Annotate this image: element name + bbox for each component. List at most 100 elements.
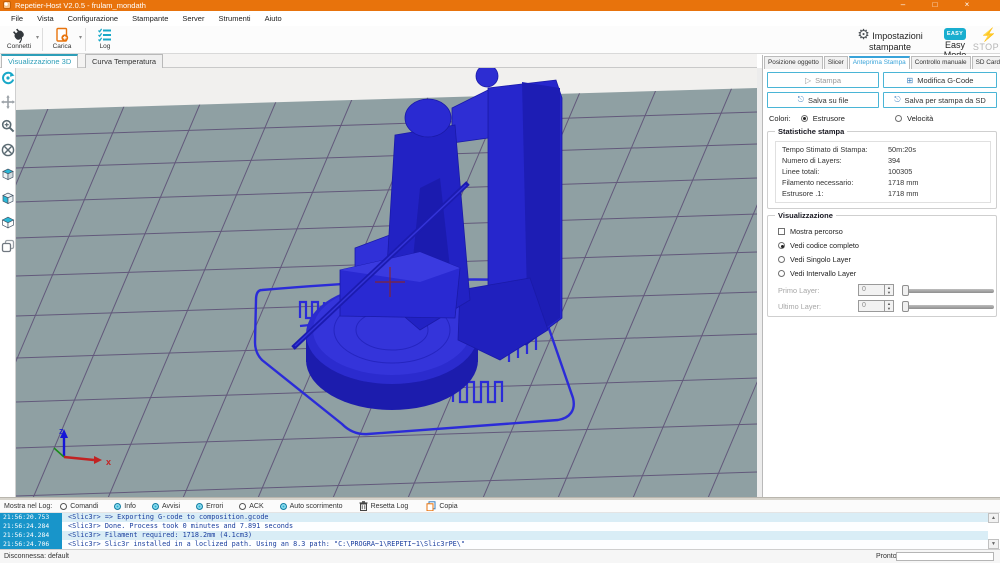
stat-row: Tempo Stimato di Stampa: 50m:20s	[776, 144, 992, 155]
tab-sd-card[interactable]: SD Card	[972, 56, 1000, 69]
lightning-icon: ⚡	[981, 27, 997, 42]
toggle-avvisi[interactable]: Avvisi	[152, 503, 180, 510]
log-list-icon	[88, 27, 122, 43]
toggle-auto-scroll-label: Auto scorrimento	[290, 503, 343, 510]
radio-estrusore[interactable]: Estrusore	[801, 114, 845, 123]
tab-slicer[interactable]: Slicer	[824, 56, 848, 69]
maximize-button[interactable]: □	[922, 0, 948, 11]
menu-server[interactable]: Server	[175, 14, 211, 23]
stat-row: Estrusore .1: 1718 mm	[776, 188, 992, 199]
load-dropdown-icon[interactable]: ▾	[79, 34, 82, 41]
print-statistics-box: Tempo Stimato di Stampa: 50m:20s Numero …	[775, 141, 991, 203]
stat-value: 1718 mm	[888, 188, 918, 199]
toggle-auto-scroll[interactable]: Auto scorrimento	[280, 503, 343, 510]
toggle-comandi-label: Comandi	[70, 503, 98, 510]
radio-full-code[interactable]: Vedi codice completo	[778, 241, 859, 250]
menu-stampante[interactable]: Stampante	[125, 14, 175, 23]
move-view-icon[interactable]	[1, 95, 15, 109]
toggle-on-icon	[152, 503, 159, 510]
radio-icon	[778, 242, 785, 249]
log-row: 21:56:20.753<Slic3r> => Exporting G-code…	[0, 513, 988, 522]
right-panel: Posizione oggetto Slicer Anteprima Stamp…	[762, 55, 1000, 498]
tab-controllo-manuale[interactable]: Controllo manuale	[911, 56, 971, 69]
menubar: File Vista Configurazione Stampante Serv…	[0, 11, 1000, 26]
toggle-errori[interactable]: Errori	[196, 503, 223, 510]
last-layer-spinner[interactable]: 0 ▲▼	[858, 300, 894, 312]
slider-handle[interactable]	[902, 285, 909, 296]
minimize-button[interactable]: –	[890, 0, 916, 11]
tab-posizione-oggetto[interactable]: Posizione oggetto	[764, 56, 823, 69]
zoom-icon[interactable]	[1, 119, 15, 133]
printer-settings-label: Impostazioni stampante	[869, 31, 923, 52]
easy-badge: EASY	[944, 28, 966, 40]
slider-handle[interactable]	[902, 301, 909, 312]
save-for-sd-label: Salva per stampa da SD	[905, 96, 986, 105]
connect-dropdown-icon[interactable]: ▾	[36, 34, 39, 41]
view-tool-strip	[0, 68, 16, 498]
menu-configurazione[interactable]: Configurazione	[61, 14, 125, 23]
radio-estrusore-icon	[801, 115, 808, 122]
svg-text:x: x	[106, 457, 111, 467]
toggle-avvisi-label: Avvisi	[162, 503, 180, 510]
print-button-label: Stampa	[815, 76, 841, 85]
tab-visualizzazione-3d[interactable]: Visualizzazione 3D	[1, 54, 78, 68]
front-view-icon[interactable]	[1, 191, 15, 205]
duplicate-view-icon[interactable]	[1, 239, 15, 253]
menu-strumenti[interactable]: Strumenti	[211, 14, 257, 23]
radio-velocita[interactable]: Velocità	[895, 114, 933, 123]
spinner-arrows-icon[interactable]: ▲▼	[884, 285, 893, 295]
toggle-info[interactable]: Info	[114, 503, 136, 510]
top-view-icon[interactable]	[1, 215, 15, 229]
scroll-up-icon[interactable]: ▲	[988, 513, 999, 523]
menu-file[interactable]: File	[4, 14, 30, 23]
first-layer-slider[interactable]	[902, 289, 994, 293]
toggle-log-button[interactable]: Log	[88, 27, 122, 53]
first-layer-spinner[interactable]: 0 ▲▼	[858, 284, 894, 296]
log-message: <Slic3r> Done. Process took 0 minutes an…	[62, 522, 293, 531]
view-tab-strip: Visualizzazione 3D Curva Temperatura	[0, 54, 757, 68]
print-button[interactable]: ▷ Stampa	[767, 72, 879, 88]
last-layer-slider[interactable]	[902, 305, 994, 309]
log-timestamp: 21:56:24.706	[0, 540, 62, 549]
export-icon: ⎋	[798, 95, 804, 105]
emergency-stop-button[interactable]: ⚡ STOP!!	[972, 27, 1000, 52]
trash-icon	[359, 501, 368, 511]
tab-anteprima-stampa[interactable]: Anteprima Stampa	[849, 56, 910, 69]
copy-log-button[interactable]: Copia	[426, 501, 457, 511]
show-path-checkbox[interactable]: Mostra percorso	[778, 227, 843, 236]
log-timestamp: 21:56:24.284	[0, 531, 62, 540]
status-bar: Disconnessa: default Pronto	[0, 549, 1000, 563]
log-timestamp: 21:56:24.284	[0, 522, 62, 531]
close-button[interactable]: ×	[954, 0, 980, 11]
save-for-sd-button[interactable]: ⎋ Salva per stampa da SD	[883, 92, 997, 108]
spinner-arrows-icon[interactable]: ▲▼	[884, 301, 893, 311]
scroll-down-icon[interactable]: ▼	[988, 539, 999, 549]
menu-aiuto[interactable]: Aiuto	[258, 14, 289, 23]
reset-log-label: Resetta Log	[371, 503, 409, 510]
edit-gcode-button[interactable]: ⊞ Modifica G-Code	[883, 72, 997, 88]
radio-velocita-icon	[895, 115, 902, 122]
toggle-ack[interactable]: ACK	[239, 503, 263, 510]
radio-layer-range[interactable]: Vedi Intervallo Layer	[778, 269, 856, 278]
connect-button[interactable]: Connetti	[2, 27, 36, 53]
menu-vista[interactable]: Vista	[30, 14, 61, 23]
printer-settings-button[interactable]: ⚙ Impostazioni stampante	[842, 27, 938, 52]
progress-box	[896, 552, 994, 561]
reset-log-button[interactable]: Resetta Log	[359, 501, 409, 511]
log-scrollbar[interactable]: ▲ ▼	[988, 513, 999, 549]
rotate-view-icon[interactable]	[1, 71, 15, 85]
ready-status: Pronto	[876, 553, 897, 560]
radio-velocita-label: Velocità	[907, 114, 933, 123]
3d-viewport[interactable]: z x	[16, 68, 757, 498]
save-to-file-button[interactable]: ⎋ Salva su file	[767, 92, 879, 108]
tab-curva-temperatura[interactable]: Curva Temperatura	[85, 54, 163, 68]
radio-single-layer[interactable]: Vedi Singolo Layer	[778, 255, 851, 264]
load-button[interactable]: Carica	[45, 27, 79, 53]
connect-label: Connetti	[2, 43, 36, 51]
save-to-file-label: Salva su file	[808, 96, 848, 105]
fit-view-icon[interactable]	[1, 143, 15, 157]
isometric-view-icon[interactable]	[1, 167, 15, 181]
gear-icon: ⚙	[857, 26, 870, 42]
toggle-comandi[interactable]: Comandi	[60, 503, 98, 510]
stat-row: Filamento necessario: 1718 mm	[776, 177, 992, 188]
